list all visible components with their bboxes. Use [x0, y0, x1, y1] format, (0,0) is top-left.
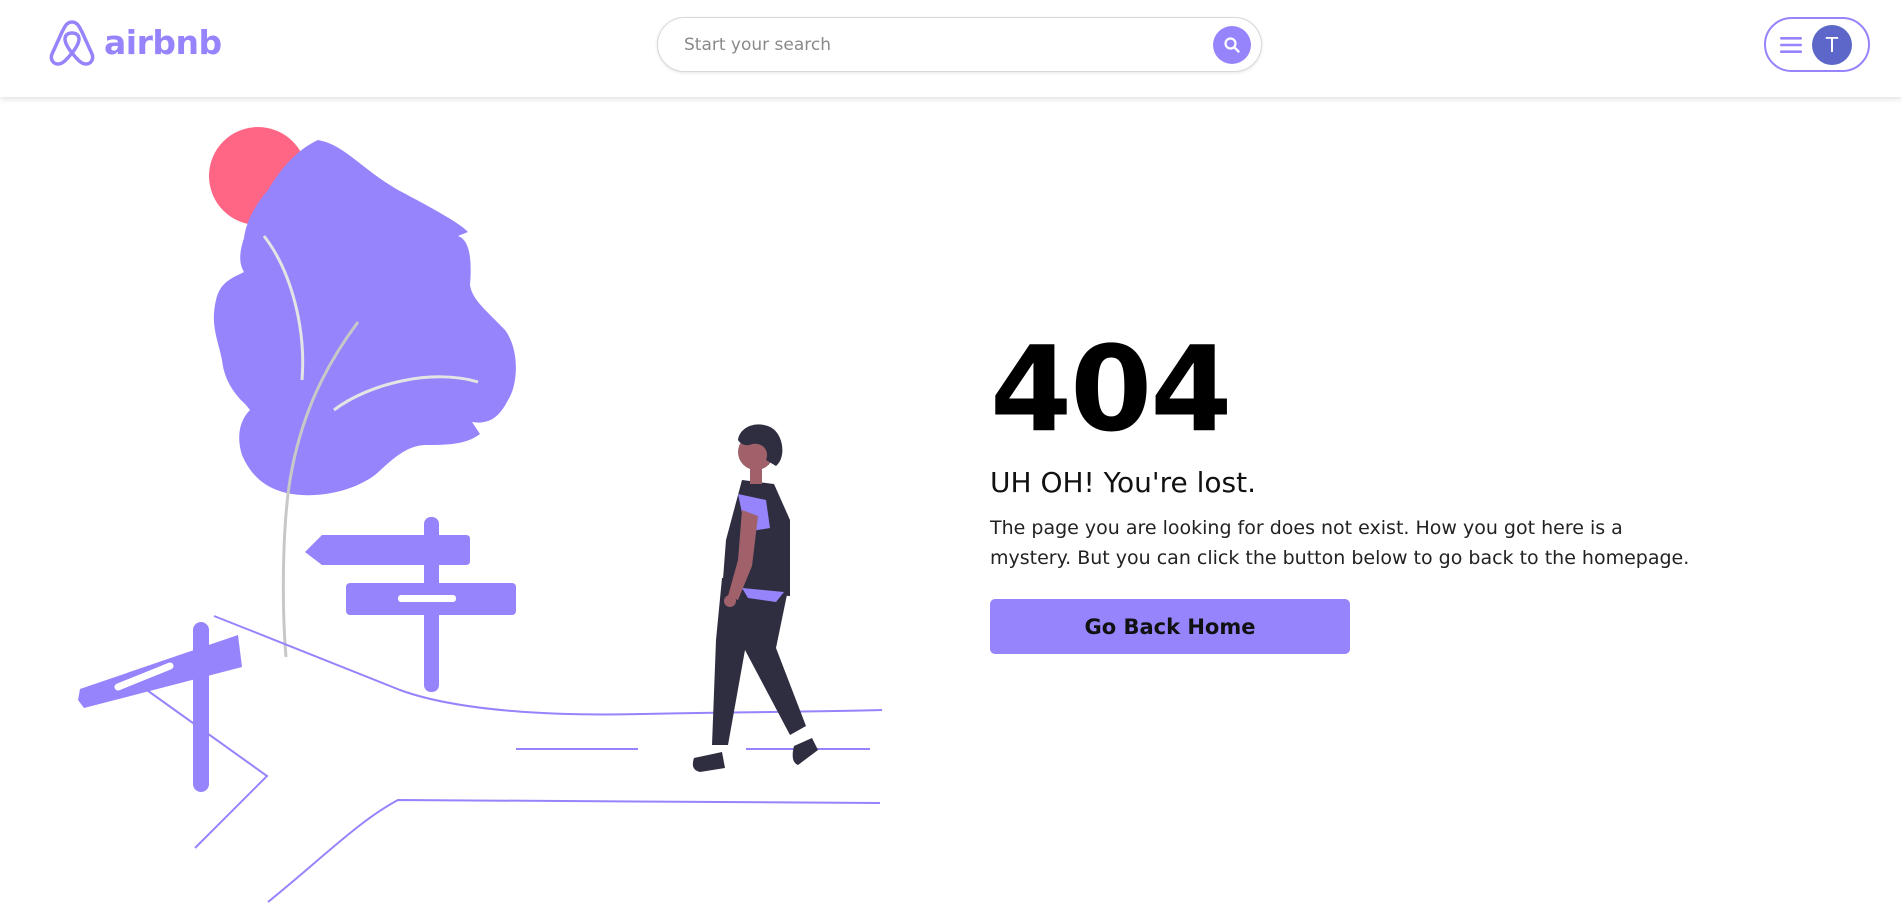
person-torso: [722, 480, 790, 596]
person-shoe: [692, 752, 725, 772]
error-description: The page you are looking for does not ex…: [990, 517, 1690, 569]
person-hand: [724, 595, 736, 607]
person-neck: [750, 462, 762, 484]
person-shoe: [792, 738, 818, 765]
lost-traveler-illustration: [78, 127, 883, 903]
sign-stripe: [398, 595, 456, 602]
search-button[interactable]: [1213, 26, 1251, 64]
top-navbar: airbnb T: [0, 0, 1902, 97]
sign-board-left: [305, 535, 470, 565]
search-bar[interactable]: [657, 17, 1262, 72]
error-title: UH OH! You're lost.: [990, 466, 1257, 499]
avatar: T: [1812, 24, 1852, 65]
walking-person: [692, 424, 818, 772]
error-code: 404: [990, 320, 1232, 458]
user-menu-button[interactable]: T: [1764, 17, 1870, 72]
search-icon: [1224, 37, 1240, 53]
logo-text: airbnb: [104, 22, 222, 62]
error-content: 404 UH OH! You're lost. The page you are…: [990, 330, 1710, 654]
search-input[interactable]: [684, 18, 1204, 71]
airbnb-logo[interactable]: airbnb: [48, 16, 222, 68]
road-line: [267, 798, 881, 903]
airbnb-logo-icon: [49, 20, 95, 66]
go-back-home-button[interactable]: Go Back Home: [990, 599, 1350, 654]
hamburger-menu-icon: [1780, 36, 1802, 53]
